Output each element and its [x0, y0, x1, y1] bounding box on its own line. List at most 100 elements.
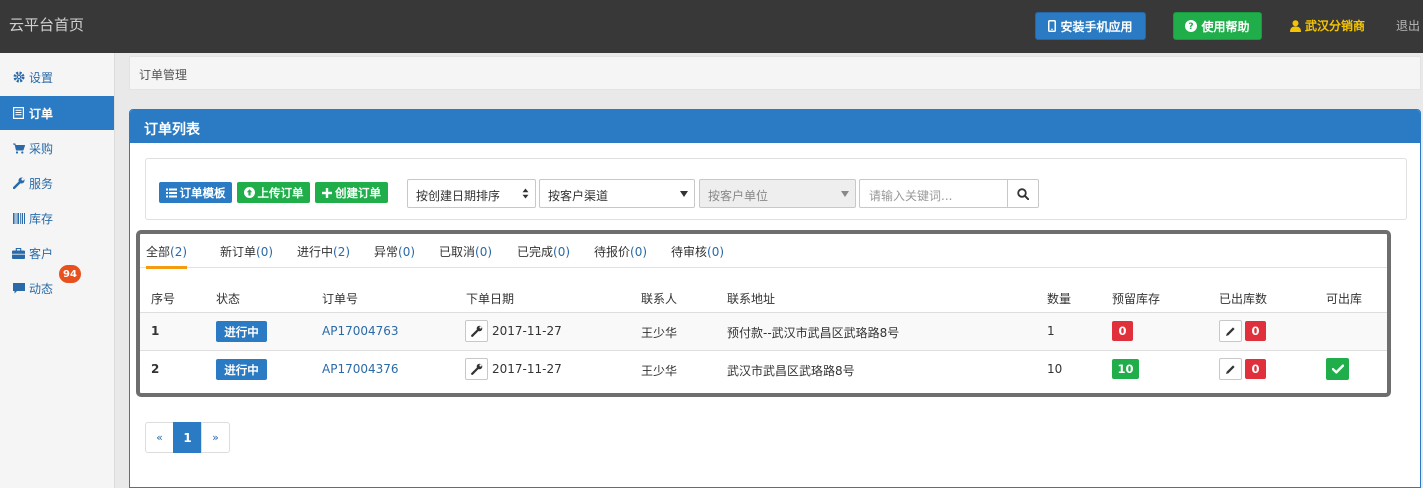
- edit-date-button[interactable]: [465, 358, 488, 380]
- tab-pending-review[interactable]: 待审核(0): [671, 243, 724, 260]
- channel-select-value: 按客户渠道: [548, 189, 609, 203]
- filter-toolbar: 订单模板 上传订单 创建订单 按创建日期排序 按客户渠道 按客户单位 请输入关键…: [145, 158, 1407, 220]
- sidebar-item-label: 客户: [29, 246, 54, 261]
- wrench-icon: [470, 325, 482, 337]
- logout-link[interactable]: 退出: [1396, 17, 1420, 34]
- tab-label: 待审核: [671, 245, 708, 259]
- shipped-count-badge: 0: [1245, 359, 1266, 379]
- contact-name: 王少华: [641, 364, 678, 378]
- header-order-date: 下单日期: [466, 292, 515, 306]
- tab-count: (0): [256, 245, 274, 259]
- caret-down-icon: [680, 190, 688, 200]
- table-row: 2 进行中 AP17004376 2017-11-27 王少华 武汉市武昌区武珞…: [140, 350, 1387, 388]
- sidebar-item-service[interactable]: 服务: [0, 166, 114, 200]
- sidebar-item-inventory[interactable]: 库存: [0, 201, 114, 235]
- order-list-panel: 订单列表 订单模板 上传订单 创建订单 按创建日期排序 按客户渠道 按客户单位 …: [129, 109, 1421, 488]
- user-menu[interactable]: 武汉分销商: [1290, 17, 1365, 34]
- pagination-prev[interactable]: «: [145, 422, 174, 453]
- tab-pending-quote[interactable]: 待报价(0): [594, 243, 647, 260]
- install-app-button[interactable]: 安装手机应用: [1035, 12, 1146, 40]
- edit-shipped-button[interactable]: [1219, 358, 1242, 380]
- sidebar-item-purchase[interactable]: 采购: [0, 131, 114, 165]
- cart-icon: [12, 143, 25, 154]
- pagination-page[interactable]: 1: [173, 422, 202, 453]
- briefcase-icon: [12, 247, 25, 259]
- header-status: 状态: [216, 292, 241, 306]
- contact-name: 王少华: [641, 326, 678, 340]
- sidebar-item-orders[interactable]: 订单: [0, 96, 114, 130]
- user-name: 武汉分销商: [1305, 19, 1366, 33]
- sidebar-item-settings[interactable]: 设置: [0, 60, 114, 94]
- contact-address: 预付款--武汉市武昌区武珞路8号: [727, 326, 900, 340]
- order-table-region: 全部(2) 新订单(0) 进行中(2) 异常(0) 已取消(0) 已完成(0) …: [136, 230, 1391, 397]
- tab-count: (0): [707, 245, 725, 259]
- tab-count: (2): [333, 245, 351, 259]
- updown-arrows-icon: [522, 188, 529, 202]
- panel-title: 订单列表: [130, 110, 1420, 143]
- tab-label: 新订单: [220, 245, 257, 259]
- sort-select[interactable]: 按创建日期排序: [407, 179, 536, 208]
- header-can-ship: 可出库: [1326, 292, 1363, 306]
- notification-badge: 94: [59, 265, 81, 283]
- search-button[interactable]: [1007, 179, 1039, 208]
- order-number-link[interactable]: AP17004376: [322, 362, 399, 376]
- caret-down-icon: [841, 190, 849, 200]
- header-reserved-stock: 预留库存: [1112, 292, 1161, 306]
- tab-label: 已完成: [517, 245, 554, 259]
- pagination-next[interactable]: »: [201, 422, 230, 453]
- tab-cancelled[interactable]: 已取消(0): [439, 243, 492, 260]
- checkmark-icon: [1331, 364, 1344, 374]
- row-index: 1: [151, 324, 160, 338]
- status-badge: 进行中: [216, 359, 267, 380]
- brand-home-link[interactable]: 云平台首页: [9, 14, 84, 35]
- search-input[interactable]: 请输入关键词...: [859, 179, 1008, 208]
- header-address: 联系地址: [727, 292, 776, 306]
- svg-text:?: ?: [1189, 22, 1194, 32]
- help-label: 使用帮助: [1201, 19, 1250, 34]
- edit-date-button[interactable]: [465, 320, 488, 342]
- quantity: 10: [1047, 362, 1063, 376]
- tab-in-progress[interactable]: 进行中(2): [297, 243, 350, 260]
- upload-order-button[interactable]: 上传订单: [237, 182, 310, 203]
- tab-count: (0): [475, 245, 493, 259]
- help-button[interactable]: ? 使用帮助: [1173, 12, 1262, 40]
- customer-channel-select[interactable]: 按客户渠道: [539, 179, 695, 208]
- order-template-label: 订单模板: [179, 185, 226, 200]
- tab-count: (2): [170, 245, 188, 259]
- create-order-button[interactable]: 创建订单: [315, 182, 388, 203]
- order-number-link[interactable]: AP17004763: [322, 324, 399, 338]
- plus-icon: [322, 187, 332, 198]
- document-icon: [12, 107, 25, 119]
- upload-circle-icon: [243, 187, 255, 198]
- unit-select-value: 按客户单位: [708, 189, 769, 203]
- tab-exception[interactable]: 异常(0): [374, 243, 415, 260]
- upload-order-label: 上传订单: [257, 185, 304, 200]
- mobile-icon: [1048, 20, 1057, 32]
- sort-select-value: 按创建日期排序: [416, 189, 501, 203]
- ship-confirm-button[interactable]: [1326, 358, 1349, 380]
- tab-label: 全部: [146, 245, 171, 259]
- order-template-button[interactable]: 订单模板: [159, 182, 232, 203]
- tab-new[interactable]: 新订单(0): [220, 243, 273, 260]
- tab-all[interactable]: 全部(2): [146, 243, 188, 269]
- breadcrumb: 订单管理: [129, 56, 1421, 90]
- sidebar-item-label: 采购: [29, 141, 54, 156]
- pagination: « 1 »: [145, 422, 230, 453]
- status-tabs: 全部(2) 新订单(0) 进行中(2) 异常(0) 已取消(0) 已完成(0) …: [140, 234, 1387, 269]
- tab-count: (0): [553, 245, 571, 259]
- search-icon: [1017, 187, 1029, 200]
- status-badge: 进行中: [216, 321, 267, 342]
- edit-shipped-button[interactable]: [1219, 320, 1242, 342]
- tab-completed[interactable]: 已完成(0): [517, 243, 570, 260]
- tab-label: 已取消: [439, 245, 476, 259]
- row-index: 2: [151, 362, 160, 376]
- sidebar-item-customers[interactable]: 客户: [0, 236, 114, 270]
- user-icon: [1290, 19, 1301, 32]
- contact-address: 武汉市武昌区武珞路8号: [727, 364, 855, 378]
- barcode-icon: [12, 212, 25, 224]
- pencil-icon: [1226, 326, 1235, 336]
- sidebar-item-activity[interactable]: 动态 94: [0, 265, 114, 305]
- sidebar-item-label: 设置: [29, 70, 54, 85]
- top-navbar: 云平台首页 安装手机应用 ? 使用帮助 武汉分销商 退出: [0, 0, 1423, 53]
- tab-label: 异常: [374, 245, 399, 259]
